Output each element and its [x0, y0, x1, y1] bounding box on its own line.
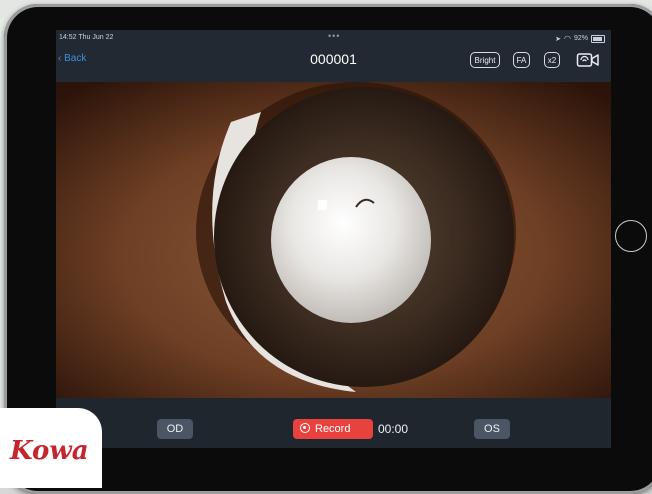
status-time: 14:52 Thu Jun 22	[59, 34, 114, 41]
video-camera-icon[interactable]	[576, 51, 600, 69]
location-icon: ➤	[555, 35, 561, 43]
live-eye-image	[56, 82, 611, 398]
bright-button[interactable]: Bright	[470, 52, 500, 68]
nav-bar: ‹ Back 000001 Bright FA x2	[56, 44, 611, 82]
status-indicators: ➤ ◠ 92%	[555, 34, 605, 43]
battery-icon	[591, 34, 605, 43]
battery-percent: 92%	[573, 35, 588, 42]
home-button[interactable]	[615, 220, 647, 252]
status-bar: 14:52 Thu Jun 22 ••• ➤ ◠ 92%	[56, 30, 611, 44]
record-button[interactable]: Record	[293, 419, 373, 439]
battery-fill	[593, 36, 603, 41]
record-timer: 00:00	[378, 422, 409, 436]
multitask-dots: •••	[328, 31, 341, 41]
record-icon	[300, 423, 310, 433]
os-button[interactable]: OS	[474, 419, 510, 439]
eye-image-graphic	[56, 82, 611, 398]
od-button[interactable]: OD	[157, 419, 193, 439]
fa-button[interactable]: FA	[513, 52, 530, 68]
wifi-icon: ◠	[564, 34, 571, 43]
bottom-toolbar: OD Record 00:00 OS	[56, 398, 611, 448]
app-screen: 14:52 Thu Jun 22 ••• ➤ ◠ 92% ‹ Back 0000…	[56, 30, 611, 448]
record-label: Record	[315, 423, 351, 435]
kowa-logo: Kowa	[10, 436, 89, 466]
zoom-x2-button[interactable]: x2	[544, 52, 560, 68]
